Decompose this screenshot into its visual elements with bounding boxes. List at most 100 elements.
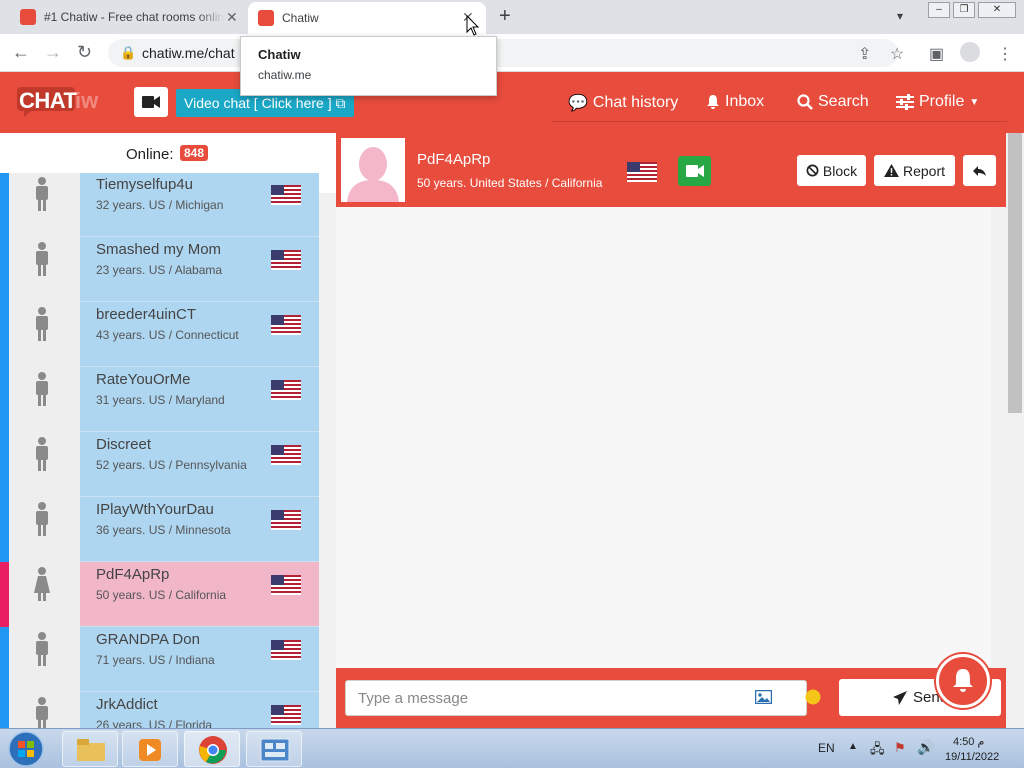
chrome-taskbar-button[interactable] xyxy=(184,731,240,767)
clock-time[interactable]: 4:50 م xyxy=(953,735,984,748)
tooltip-domain: chatiw.me xyxy=(258,68,312,82)
user-list-item[interactable]: PdF4ApRp 50 years. US / California xyxy=(0,562,319,627)
user-list-item[interactable]: Discreet 52 years. US / Pennsylvania xyxy=(0,432,319,497)
male-user-icon xyxy=(36,697,48,728)
message-area-scrollbar[interactable] xyxy=(991,207,1006,668)
control-panel-icon xyxy=(260,738,290,762)
emoji-icon[interactable] xyxy=(805,689,821,705)
chatiw-logo[interactable]: CHAT iw xyxy=(16,86,98,117)
nav-label: Inbox xyxy=(725,93,765,110)
back-arrow-icon[interactable]: ← xyxy=(12,42,30,63)
action-center-flag-icon[interactable]: ⚑ xyxy=(894,740,906,756)
close-tab-icon[interactable]: ✕ xyxy=(226,9,238,26)
minimize-button[interactable]: – xyxy=(928,2,950,18)
notification-bell-button[interactable] xyxy=(936,654,990,708)
kebab-menu-icon[interactable]: ⋮ xyxy=(997,44,1013,64)
user-name: JrkAddict xyxy=(96,696,158,713)
maximize-button[interactable]: ❐ xyxy=(953,2,975,18)
bell-icon xyxy=(707,95,719,109)
user-list-item[interactable]: RateYouOrMe 31 years. US / Maryland xyxy=(0,367,319,432)
online-count-bar: Online: 848 xyxy=(0,133,336,173)
user-list-scrollbar[interactable] xyxy=(319,193,336,728)
video-call-button[interactable] xyxy=(678,156,711,186)
user-meta: 26 years. US / Florida xyxy=(96,718,213,728)
logo-suffix: iw xyxy=(75,88,99,113)
reload-icon[interactable]: ↻ xyxy=(77,42,92,63)
user-meta: 71 years. US / Indiana xyxy=(96,653,215,667)
male-user-icon xyxy=(36,177,48,211)
user-list-item[interactable]: Smashed my Mom 23 years. US / Alabama xyxy=(0,237,319,302)
user-list-item[interactable]: JrkAddict 26 years. US / Florida xyxy=(0,692,319,728)
gender-strip xyxy=(0,302,9,367)
us-flag-icon xyxy=(271,445,301,465)
media-player-taskbar-button[interactable] xyxy=(122,731,178,767)
tab-hover-tooltip: Chatiw chatiw.me xyxy=(240,36,497,96)
tab-title: Chatiw xyxy=(282,11,319,25)
report-button[interactable]: Report xyxy=(874,155,955,186)
reply-arrow-icon xyxy=(972,165,986,176)
chatiw-favicon xyxy=(20,9,36,25)
tab-chatiw-home[interactable]: #1 Chatiw - Free chat rooms online ✕ xyxy=(12,0,244,34)
nav-chat-history[interactable]: 💬 Chat history xyxy=(568,93,678,113)
user-list-item[interactable]: GRANDPA Don 71 years. US / Indiana xyxy=(0,627,319,692)
user-name: PdF4ApRp xyxy=(96,566,170,583)
close-window-button[interactable]: ✕ xyxy=(978,2,1016,18)
user-name: Tiemyselfup4u xyxy=(96,176,193,193)
male-user-icon xyxy=(36,372,48,406)
browser-tab-bar: #1 Chatiw - Free chat rooms online ✕ Cha… xyxy=(0,0,1024,34)
nav-label: Chat history xyxy=(592,94,679,111)
warning-icon xyxy=(884,164,899,177)
new-tab-button[interactable]: + xyxy=(499,5,511,28)
language-indicator[interactable]: EN xyxy=(818,741,835,755)
user-list-item[interactable]: breeder4uinCT 43 years. US / Connecticut xyxy=(0,302,319,367)
omnibox[interactable]: 🔒 chatiw.me/chat xyxy=(108,39,898,67)
tab-search-chevron-icon[interactable]: ▾ xyxy=(897,9,903,23)
tray-expand-icon[interactable]: ▲ xyxy=(848,741,858,752)
windows-start-icon[interactable] xyxy=(6,730,46,768)
control-panel-taskbar-button[interactable] xyxy=(246,731,302,767)
url-text[interactable]: chatiw.me/chat xyxy=(142,45,235,61)
nav-inbox[interactable]: Inbox xyxy=(706,93,764,111)
block-button[interactable]: Block xyxy=(797,155,866,186)
page-scrollbar[interactable] xyxy=(1006,133,1024,728)
user-meta: 31 years. US / Maryland xyxy=(96,393,225,407)
block-label: Block xyxy=(822,162,858,179)
tab-chatiw-active[interactable]: Chatiw ✕ xyxy=(248,2,486,34)
user-name: Discreet xyxy=(96,436,152,453)
user-name: RateYouOrMe xyxy=(96,371,191,388)
bell-icon xyxy=(953,669,973,692)
profile-avatar-icon[interactable] xyxy=(960,42,980,62)
lock-icon[interactable]: 🔒 xyxy=(120,45,136,61)
user-name: breeder4uinCT xyxy=(96,306,197,323)
user-list-item[interactable]: IPlayWthYourDau 36 years. US / Minnesota xyxy=(0,497,319,562)
nav-profile[interactable]: Profile ▼ xyxy=(896,93,979,111)
gender-strip xyxy=(0,497,9,562)
nav-search[interactable]: Search xyxy=(797,93,869,111)
volume-icon[interactable]: 🔊 xyxy=(917,739,934,756)
user-list-item[interactable]: Tiemyselfup4u 32 years. US / Michigan xyxy=(0,173,319,237)
message-input[interactable]: Type a message xyxy=(345,680,807,716)
back-reply-button[interactable] xyxy=(963,155,996,186)
male-user-icon xyxy=(36,632,48,666)
gender-strip xyxy=(0,562,9,627)
address-bar-row: ← → ↻ 🔒 chatiw.me/chat ⇪ ☆ ▣ ⋮ xyxy=(0,34,1024,72)
video-chat-label: Video chat [ Click here ] xyxy=(184,95,332,111)
message-placeholder: Type a message xyxy=(358,690,469,707)
side-panel-icon[interactable]: ▣ xyxy=(929,44,944,64)
partner-avatar[interactable] xyxy=(341,138,405,202)
sliders-icon xyxy=(896,94,914,110)
us-flag-icon xyxy=(271,575,301,595)
network-icon[interactable]: 🖧 xyxy=(870,740,885,762)
user-meta: 36 years. US / Minnesota xyxy=(96,523,231,537)
explorer-taskbar-button[interactable] xyxy=(62,731,118,767)
share-icon[interactable]: ⇪ xyxy=(858,44,871,64)
clock-date[interactable]: 19/11/2022 xyxy=(945,751,999,763)
gender-strip xyxy=(0,692,9,728)
forward-arrow-icon[interactable]: → xyxy=(44,42,62,63)
camera-button[interactable] xyxy=(134,87,168,117)
bookmark-star-icon[interactable]: ☆ xyxy=(890,44,904,64)
scrollbar-thumb[interactable] xyxy=(1008,133,1022,413)
image-upload-icon[interactable] xyxy=(755,690,772,704)
us-flag-icon xyxy=(271,640,301,660)
gender-strip xyxy=(0,367,9,432)
